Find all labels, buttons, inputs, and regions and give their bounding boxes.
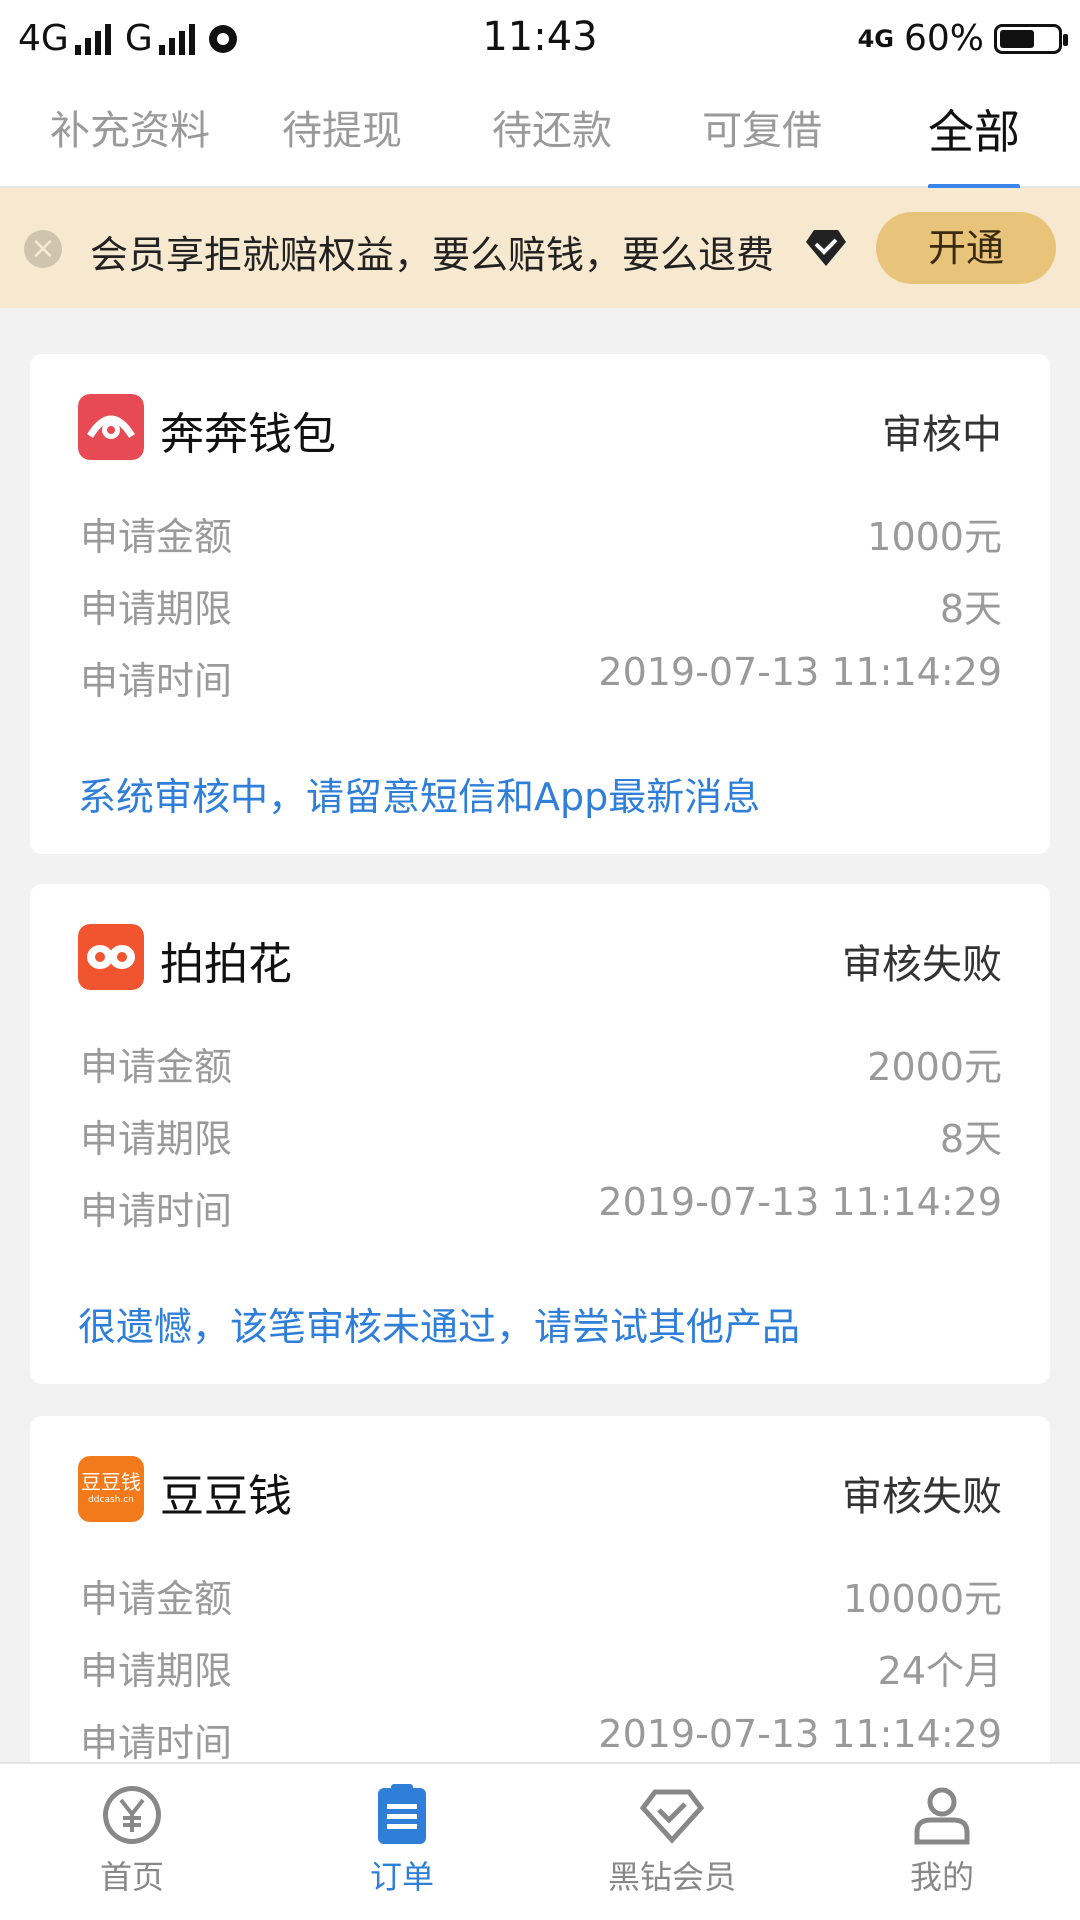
product-name: 豆豆钱 [160,1471,292,1522]
diamond-icon [639,1789,705,1844]
tab-label: 全部 [928,105,1020,159]
row-value: 2000元 [867,1045,1002,1089]
paipaihua-logo-icon [78,924,144,990]
membership-banner: × 会员享拒就赔权益，要么赔钱，要么退费 开通 [0,188,1080,308]
row-value: 24个月 [877,1649,1002,1693]
row-label: 申请时间 [80,659,233,703]
tab-label: 可复借 [702,108,822,154]
nav-label: 首页 [99,1858,164,1896]
nav-mine[interactable]: 我的 [842,1782,1042,1898]
row-value: 1000元 [867,515,1002,559]
tab-label: 待提现 [282,108,402,154]
order-card[interactable]: 奔奔钱包 审核中 申请金额 1000元 申请期限 8天 申请时间 2019-07-13… [30,354,1050,854]
row-label: 申请期限 [80,1117,233,1161]
yen-icon [103,1786,161,1844]
order-card[interactable]: 拍拍花 审核失败 申请金额 2000元 申请期限 8天 申请时间 2019-07-13… [30,884,1050,1384]
row-label: 申请时间 [80,1189,233,1233]
profile-icon [914,1787,970,1845]
product-name: 奔奔钱包 [160,409,336,460]
nav-label: 订单 [369,1858,434,1896]
row-value: 2019-07-13 11:14:29 [598,650,1002,694]
orders-clipboard-icon [378,1784,426,1844]
row-label: 申请期限 [80,587,233,631]
order-status: 审核失败 [842,942,1002,988]
logo-subtext: ddcash.cn [88,1495,134,1505]
battery-fill [1000,29,1034,48]
order-status: 审核失败 [842,1474,1002,1520]
row-label: 申请期限 [80,1649,233,1693]
row-value: 2019-07-13 11:14:29 [598,1712,1002,1756]
tab-all[interactable]: 全部 [928,96,1020,192]
nav-label: 黑钻会员 [607,1858,736,1896]
close-icon[interactable]: × [24,230,62,268]
status-right: 4G 60% [857,18,1068,59]
battery-percent: 60% [903,18,984,59]
product-name: 拍拍花 [160,939,292,990]
nav-label: 我的 [909,1858,974,1896]
order-status: 审核中 [882,412,1002,458]
tab-label: 补充资料 [50,108,210,154]
order-message: 很遗憾，该笔审核未通过，请尝试其他产品 [78,1305,801,1349]
row-value: 2019-07-13 11:14:29 [598,1180,1002,1224]
row-label: 申请金额 [80,1577,233,1621]
status-bar: 4G G 11:43 4G 60% [0,0,1080,76]
order-message: 系统审核中，请留意短信和App最新消息 [78,775,761,819]
bottom-nav: 首页 订单 黑钻会员 我的 [0,1762,1080,1920]
row-label: 申请时间 [80,1721,233,1765]
tab-pending-repay[interactable]: 待还款 [492,98,612,156]
row-label: 申请金额 [80,515,233,559]
row-label: 申请金额 [80,1045,233,1089]
network-label-right: 4G [857,24,894,53]
tab-reborrowable[interactable]: 可复借 [702,98,822,156]
nav-black-diamond[interactable]: 黑钻会员 [572,1782,772,1898]
order-tabs: 补充资料 待提现 待还款 可复借 全部 [0,76,1080,192]
tab-supplement-info[interactable]: 补充资料 [50,98,210,156]
nav-orders[interactable]: 订单 [302,1782,502,1898]
row-value: 8天 [939,587,1002,631]
nav-home[interactable]: 首页 [32,1782,232,1898]
tab-pending-withdraw[interactable]: 待提现 [282,98,402,156]
doudouqian-logo-icon: 豆豆钱 ddcash.cn [78,1456,144,1522]
row-value: 8天 [939,1117,1002,1161]
benben-wallet-logo-icon [78,394,144,460]
row-value: 10000元 [843,1577,1002,1621]
open-membership-button[interactable]: 开通 [876,212,1056,284]
banner-text: 会员享拒就赔权益，要么赔钱，要么退费 [90,233,775,277]
diamond-icon [806,230,846,266]
logo-text: 豆豆钱 [81,1470,141,1494]
battery-icon [994,23,1068,54]
tab-label: 待还款 [492,108,612,154]
